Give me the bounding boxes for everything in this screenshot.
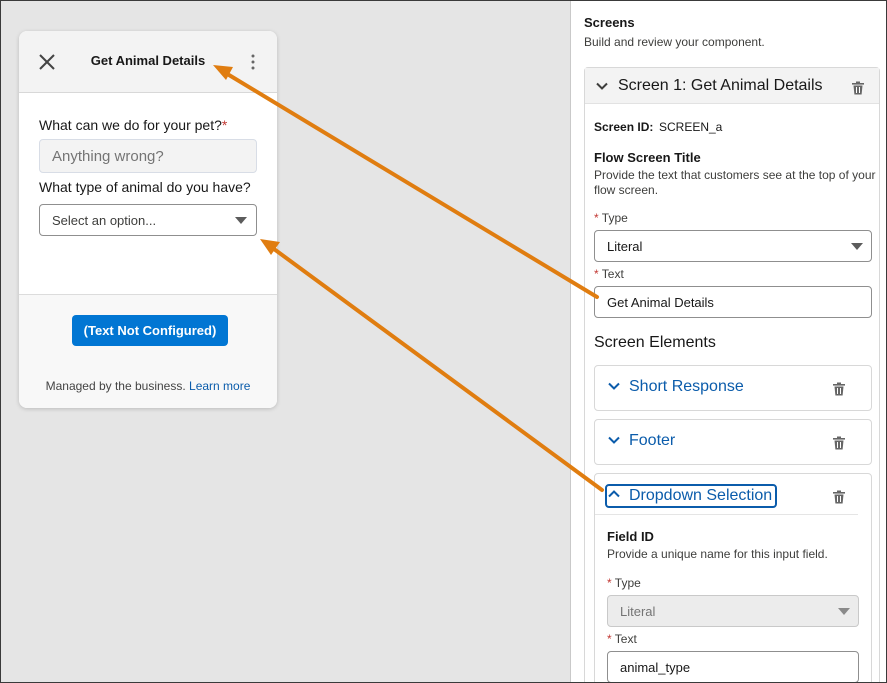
- screens-panel: Screens Build and review your component.…: [570, 1, 887, 683]
- element-label: Footer: [629, 432, 675, 450]
- caret-down-icon: [838, 608, 850, 615]
- field-type-value: Literal: [620, 604, 655, 619]
- question1-label-text: What can we do for your pet?: [39, 117, 222, 133]
- managed-by-label: Managed by the business.: [46, 379, 186, 393]
- trash-icon[interactable]: [832, 490, 846, 504]
- required-asterisk: *: [594, 267, 599, 281]
- element-short-response[interactable]: Short Response: [594, 365, 872, 411]
- panel-subtitle: Build and review your component.: [584, 35, 765, 49]
- screen-id-label: Screen ID:: [594, 120, 653, 134]
- submit-button[interactable]: (Text Not Configured): [72, 315, 228, 346]
- trash-icon[interactable]: [832, 382, 846, 396]
- screen-elements-heading: Screen Elements: [594, 334, 716, 352]
- field-text-label: * Text: [607, 632, 637, 646]
- chevron-down-icon[interactable]: [596, 80, 608, 92]
- preview-canvas: Get Animal Details What can we do for yo…: [1, 1, 570, 683]
- preview-footer: (Text Not Configured) Managed by the bus…: [19, 294, 277, 408]
- field-id-description: Provide a unique name for this input fie…: [607, 547, 828, 561]
- required-asterisk: *: [607, 576, 612, 590]
- chevron-up-icon[interactable]: [608, 488, 620, 500]
- flow-screen-title-description: Provide the text that customers see at t…: [594, 168, 878, 198]
- element-label: Short Response: [629, 378, 744, 396]
- animal-type-select-value: Select an option...: [52, 213, 156, 228]
- managed-by-text: Managed by the business. Learn more: [19, 379, 277, 393]
- preview-header: Get Animal Details: [19, 31, 277, 93]
- text-label: * Text: [594, 267, 624, 281]
- close-icon[interactable]: [37, 52, 57, 72]
- type-label: * Type: [594, 211, 628, 225]
- chevron-down-icon[interactable]: [608, 434, 620, 446]
- screen-preview-card: Get Animal Details What can we do for yo…: [19, 31, 277, 408]
- preview-title: Get Animal Details: [63, 53, 233, 68]
- animal-type-select[interactable]: Select an option...: [39, 204, 257, 236]
- field-type-label: * Type: [607, 576, 641, 590]
- required-asterisk: *: [607, 632, 612, 646]
- screen-section: Screen 1: Get Animal Details Screen ID: …: [584, 67, 880, 683]
- learn-more-link[interactable]: Learn more: [189, 379, 250, 393]
- field-type-select[interactable]: Literal: [607, 595, 859, 627]
- element-label: Dropdown Selection: [629, 487, 772, 505]
- title-type-value: Literal: [607, 239, 642, 254]
- field-id-heading: Field ID: [607, 529, 654, 544]
- screen-title: Screen 1: Get Animal Details: [618, 77, 823, 95]
- panel-title: Screens: [584, 15, 635, 30]
- element-footer[interactable]: Footer: [594, 419, 872, 465]
- type-label-text: Type: [602, 211, 628, 225]
- field-type-label-text: Type: [615, 576, 641, 590]
- required-asterisk: *: [222, 117, 227, 133]
- screen-section-header[interactable]: Screen 1: Get Animal Details: [585, 68, 879, 104]
- screen-id-value: SCREEN_a: [659, 120, 722, 134]
- caret-down-icon: [851, 243, 863, 250]
- question1-label: What can we do for your pet?*: [39, 117, 227, 133]
- question1-input[interactable]: Anything wrong?: [39, 139, 257, 173]
- field-id-text-input[interactable]: animal_type: [607, 651, 859, 683]
- required-asterisk: *: [594, 211, 599, 225]
- title-text-input[interactable]: Get Animal Details: [594, 286, 872, 318]
- window-frame: Get Animal Details What can we do for yo…: [0, 0, 887, 683]
- flow-screen-title-heading: Flow Screen Title: [594, 150, 701, 165]
- chevron-down-icon[interactable]: [608, 380, 620, 392]
- divider: [595, 514, 858, 515]
- trash-icon[interactable]: [851, 81, 865, 95]
- element-dropdown-selection: Dropdown Selection Field ID Provide a un…: [594, 473, 872, 683]
- title-type-select[interactable]: Literal: [594, 230, 872, 262]
- trash-icon[interactable]: [832, 436, 846, 450]
- text-label-text: Text: [602, 267, 624, 281]
- caret-down-icon: [235, 217, 247, 224]
- question2-label: What type of animal do you have?: [39, 179, 251, 195]
- more-options-icon[interactable]: [245, 51, 261, 73]
- field-text-label-text: Text: [615, 632, 637, 646]
